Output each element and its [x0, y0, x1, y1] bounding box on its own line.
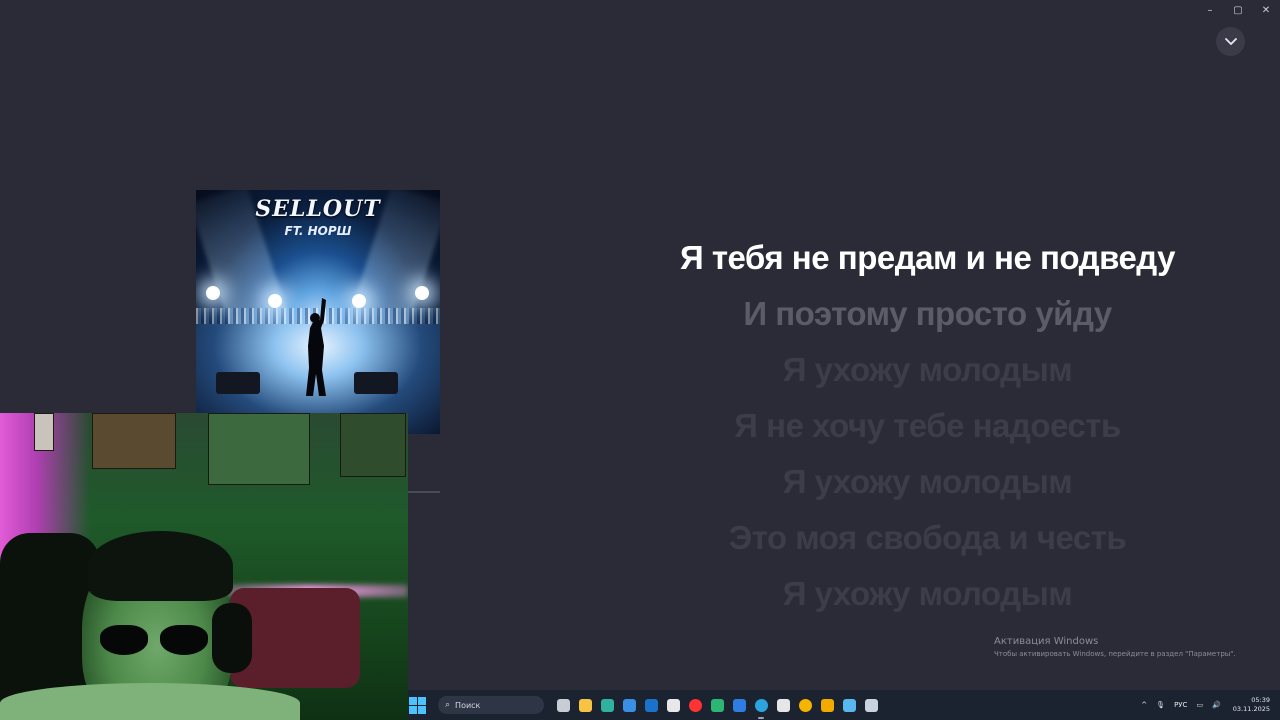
- lyric-line[interactable]: Это моя свобода и честь: [600, 510, 1255, 566]
- pinned-apps: [552, 690, 882, 720]
- headphones: [212, 603, 252, 673]
- tray-overflow-icon[interactable]: ^: [1141, 701, 1147, 709]
- sunglasses: [100, 625, 210, 655]
- telegram-icon[interactable]: [750, 690, 772, 720]
- lyric-line[interactable]: Я не хочу тебе надоесть: [600, 398, 1255, 454]
- wall-poster: [92, 413, 176, 469]
- network-icon[interactable]: ▭: [1196, 701, 1203, 709]
- winamp-icon[interactable]: [816, 690, 838, 720]
- edge-icon[interactable]: [596, 690, 618, 720]
- lyric-line[interactable]: И поэтому просто уйду: [600, 286, 1255, 342]
- wall-poster: [340, 413, 406, 477]
- chevron-down-icon: [1224, 37, 1237, 45]
- webcam-overlay: [0, 413, 408, 720]
- stage-speaker: [354, 372, 398, 394]
- album-title: SELLOUT: [255, 196, 381, 222]
- maximize-button[interactable]: ▢: [1224, 0, 1252, 20]
- taskbar: ⌕ Поиск ^ 🎙 РУС ▭ 🔊 05:39 03.11.2025: [408, 690, 1280, 720]
- stage-light: [268, 294, 282, 308]
- stage-light: [415, 286, 429, 300]
- lyric-line-current[interactable]: Я тебя не предам и не подведу: [600, 230, 1255, 286]
- capcut-icon[interactable]: [662, 690, 684, 720]
- search-icon: ⌕: [445, 700, 451, 710]
- stage-light: [206, 286, 220, 300]
- file-explorer-icon[interactable]: [574, 690, 596, 720]
- media-player-icon[interactable]: [728, 690, 750, 720]
- task-view-icon[interactable]: [552, 690, 574, 720]
- lyric-line[interactable]: Я ухожу молодым: [600, 454, 1255, 510]
- outlook-icon[interactable]: [640, 690, 662, 720]
- search-placeholder: Поиск: [455, 700, 481, 710]
- yandex-browser-icon[interactable]: [684, 690, 706, 720]
- wall-poster: [208, 413, 310, 485]
- store-icon[interactable]: [618, 690, 640, 720]
- clock[interactable]: 05:39 03.11.2025: [1233, 696, 1270, 714]
- stage-speaker: [216, 372, 260, 394]
- activation-subtitle: Чтобы активировать Windows, перейдите в …: [994, 650, 1236, 658]
- activation-watermark: Активация Windows Чтобы активировать Win…: [994, 636, 1236, 658]
- steam-icon[interactable]: [860, 690, 882, 720]
- lyrics-panel: Я тебя не предам и не подведу И поэтому …: [600, 230, 1255, 622]
- system-tray: ^ 🎙 РУС ▭ 🔊 05:39 03.11.2025: [1132, 690, 1280, 720]
- progress-line[interactable]: [408, 491, 440, 493]
- language-indicator[interactable]: РУС: [1174, 701, 1187, 709]
- collapse-player-button[interactable]: [1216, 27, 1245, 56]
- photos-icon[interactable]: [838, 690, 860, 720]
- wall-poster: [34, 413, 54, 451]
- taskbar-search[interactable]: ⌕ Поиск: [438, 696, 544, 714]
- window-controls: – ▢ ✕: [1196, 0, 1280, 20]
- volume-icon[interactable]: 🔊: [1212, 701, 1221, 709]
- obs-icon[interactable]: [772, 690, 794, 720]
- performer-silhouette: [306, 298, 326, 396]
- lyric-line[interactable]: Я ухожу молодым: [600, 566, 1255, 622]
- windows-start-icon[interactable]: [409, 696, 426, 714]
- close-button[interactable]: ✕: [1252, 0, 1280, 20]
- stage-light: [352, 294, 366, 308]
- clock-time: 05:39: [1251, 696, 1270, 704]
- lyric-line[interactable]: Я ухожу молодым: [600, 342, 1255, 398]
- torrent-icon[interactable]: [706, 690, 728, 720]
- person-hair: [88, 531, 233, 601]
- minimize-button[interactable]: –: [1196, 0, 1224, 20]
- microphone-icon[interactable]: 🎙: [1156, 701, 1165, 709]
- album-featuring: FT. НОРШ: [284, 224, 352, 238]
- chrome-icon[interactable]: [794, 690, 816, 720]
- clock-date: 03.11.2025: [1232, 705, 1270, 713]
- album-cover: SELLOUT FT. НОРШ: [196, 190, 440, 434]
- activation-title: Активация Windows: [994, 636, 1099, 647]
- person-shirt: [0, 683, 300, 720]
